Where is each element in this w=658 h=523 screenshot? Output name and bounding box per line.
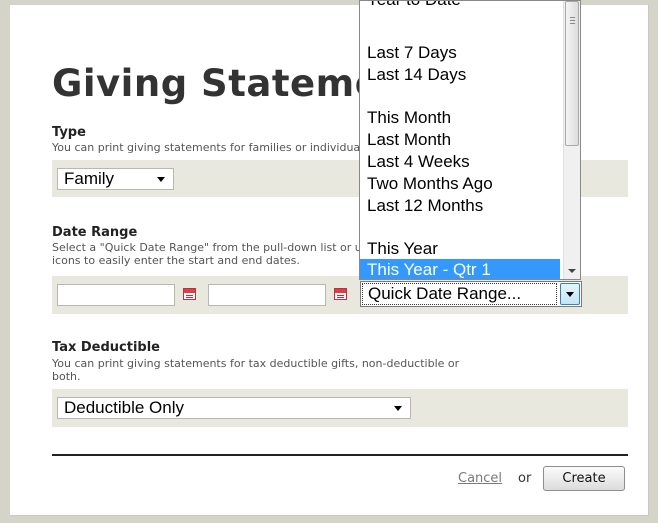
type-section-description: You can print giving statements for fami… xyxy=(52,141,360,154)
quick-date-range-select[interactable]: Quick Date Range... xyxy=(360,281,582,307)
dropdown-option-highlighted[interactable]: This Year - Qtr 1 xyxy=(360,259,560,279)
grip-icon xyxy=(570,20,575,21)
start-date-input[interactable] xyxy=(57,284,175,306)
date-range-section-title: Date Range xyxy=(52,225,138,240)
footer-divider xyxy=(52,454,628,456)
dropdown-option[interactable]: Last 14 Days xyxy=(367,64,466,86)
chevron-down-icon xyxy=(566,292,574,297)
grip-icon xyxy=(570,17,575,18)
dropdown-option[interactable]: This Year xyxy=(367,238,438,260)
dropdown-option[interactable]: Last 7 Days xyxy=(367,42,457,64)
chevron-down-icon xyxy=(394,406,402,411)
type-select[interactable]: Family xyxy=(57,168,174,190)
tax-deductible-select-value: Deductible Only xyxy=(64,398,185,417)
dropdown-option[interactable]: Last 4 Weeks xyxy=(367,151,470,173)
date-range-description-line2: icons to easily enter the start and end … xyxy=(52,254,300,267)
date-range-description-line1: Select a "Quick Date Range" from the pul… xyxy=(52,241,360,254)
calendar-icon[interactable] xyxy=(183,288,196,300)
dropdown-scrollbar[interactable] xyxy=(563,1,580,279)
tax-section-description-line2: both. xyxy=(52,370,81,383)
dropdown-option[interactable]: Two Months Ago xyxy=(367,173,493,195)
chevron-down-icon xyxy=(157,177,165,182)
tax-section-description-line1: You can print giving statements for tax … xyxy=(52,357,460,370)
dropdown-option[interactable]: Last Month xyxy=(367,129,451,151)
dropdown-option[interactable]: Last 12 Months xyxy=(367,195,483,217)
type-select-value: Family xyxy=(64,169,115,188)
scrollbar-thumb[interactable] xyxy=(565,1,579,146)
grip-icon xyxy=(570,23,575,24)
create-button[interactable]: Create xyxy=(543,466,625,491)
type-section-title: Type xyxy=(52,125,86,140)
or-label: or xyxy=(518,471,532,486)
tax-section-title: Tax Deductible xyxy=(52,340,160,355)
tax-deductible-select[interactable]: Deductible Only xyxy=(57,397,411,419)
scroll-down-arrow-icon[interactable] xyxy=(568,269,576,273)
dropdown-option[interactable]: This Month xyxy=(367,107,451,129)
end-date-input[interactable] xyxy=(208,284,326,306)
dropdown-button[interactable] xyxy=(560,283,580,305)
calendar-icon[interactable] xyxy=(334,288,347,300)
dropdown-option[interactable]: Year to Date xyxy=(367,1,461,11)
cancel-link[interactable]: Cancel xyxy=(458,471,502,486)
quick-date-range-dropdown-list[interactable]: Year to Date Last 7 Days Last 14 Days Th… xyxy=(359,0,581,280)
quick-date-range-value: Quick Date Range... xyxy=(362,283,557,305)
